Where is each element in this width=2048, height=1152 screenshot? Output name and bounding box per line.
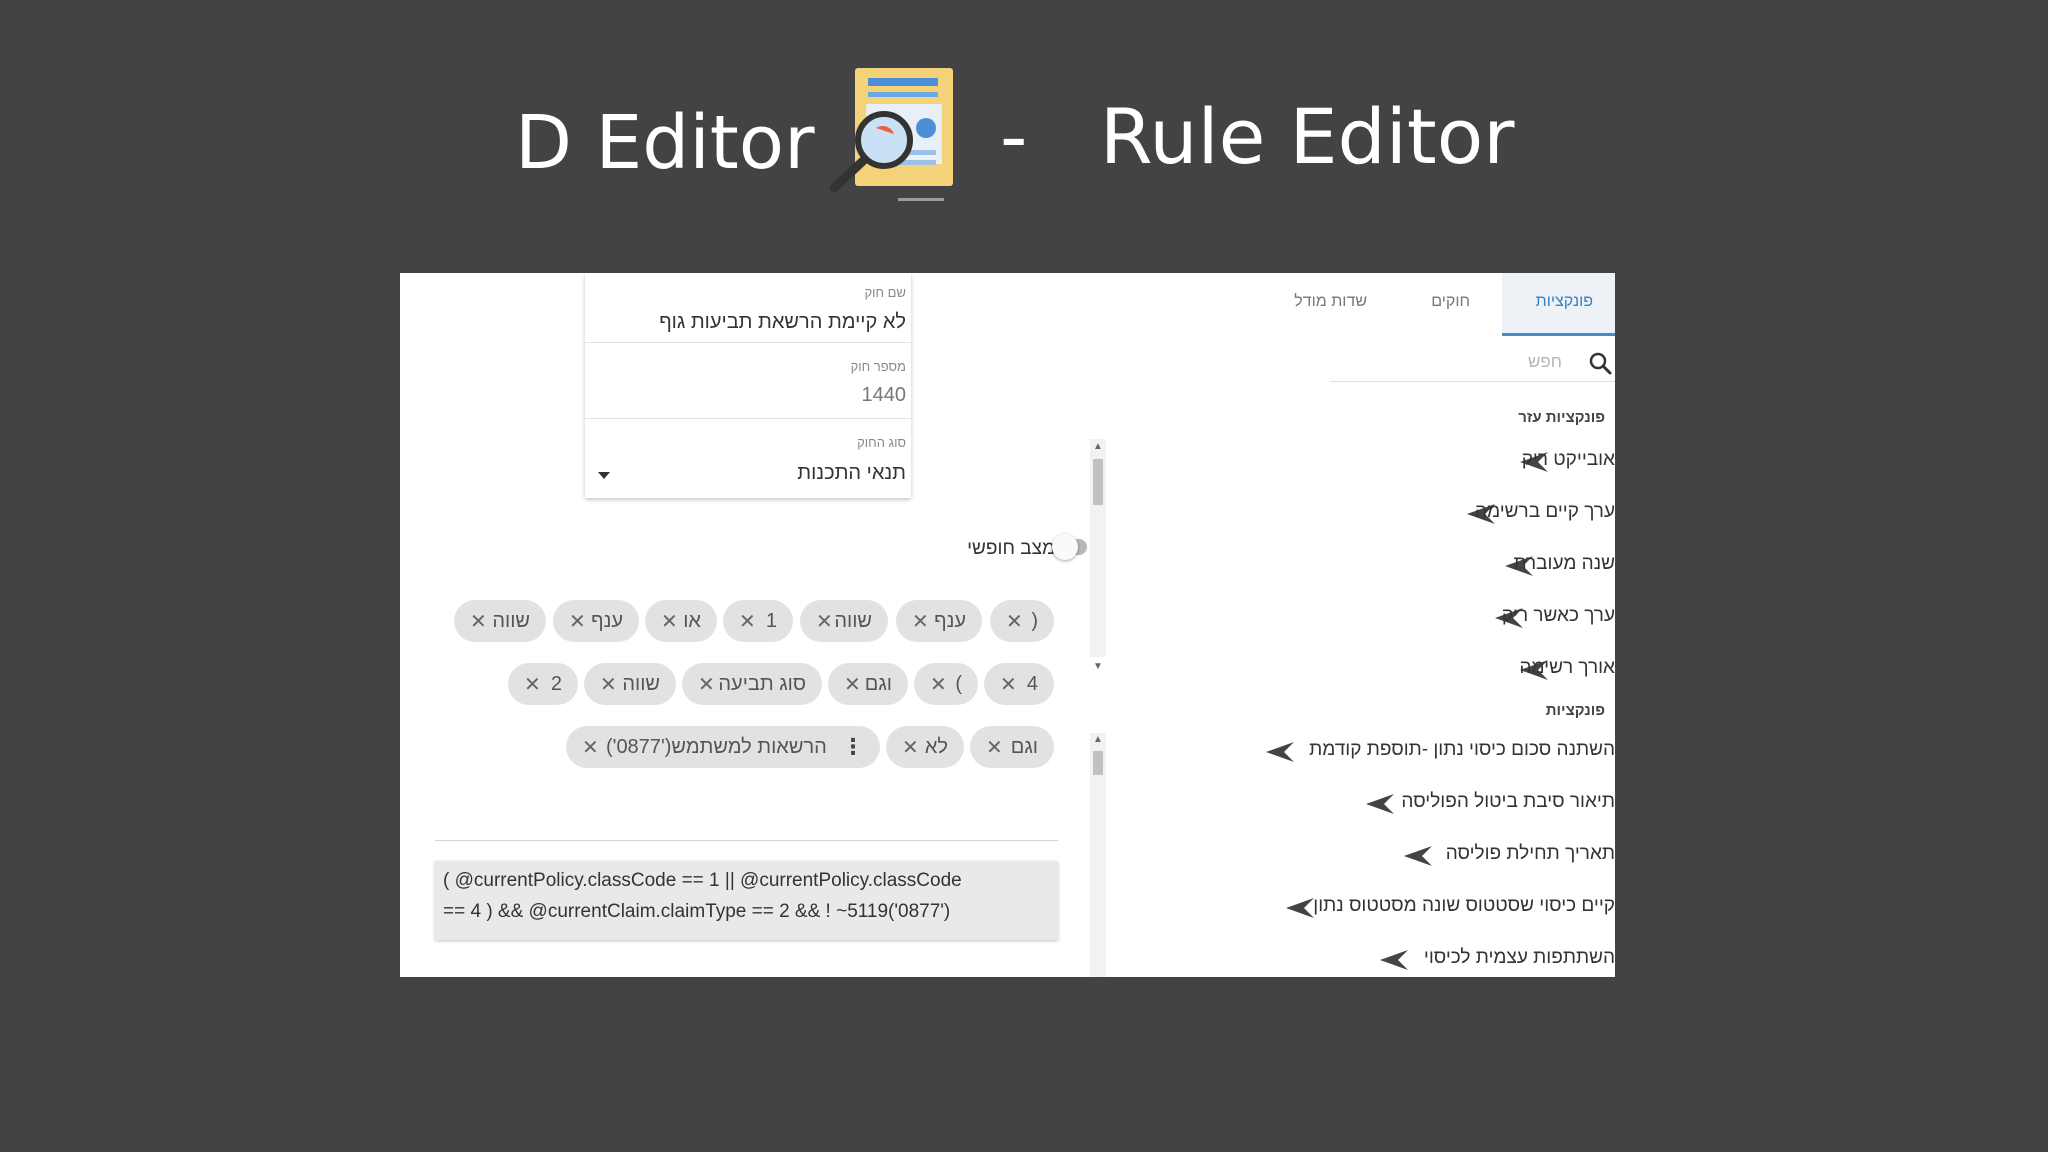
helpers-section-title: פונקציות עזר — [1518, 409, 1605, 426]
close-icon[interactable]: ✕ — [986, 735, 1003, 760]
token-chip[interactable]: ✕ או — [645, 600, 717, 642]
free-mode-toggle-knob[interactable] — [1052, 534, 1078, 560]
arrow-left-icon — [1366, 794, 1394, 814]
function-item[interactable]: אורך רשימה — [1140, 655, 1615, 685]
token-chip[interactable]: ✕ סוג תביעה — [682, 663, 822, 705]
rule-editor-screenshot: שם חוק לא קיימת הרשאת תביעות גוף מספר חו… — [400, 273, 1615, 977]
token-chip[interactable]: ✕ שווה — [800, 600, 888, 642]
close-icon[interactable]: ✕ — [698, 672, 715, 697]
chevron-down-icon[interactable] — [597, 471, 611, 481]
tab-functions[interactable]: פונקציות — [1536, 293, 1593, 311]
token-chip[interactable]: ✕ 2 — [508, 663, 578, 705]
token-chip[interactable]: ✕ לא — [886, 726, 964, 768]
close-icon[interactable]: ✕ — [1006, 609, 1023, 634]
arrow-left-icon — [1266, 742, 1294, 762]
functions-section-title: פונקציות — [1545, 702, 1605, 719]
rule-details-card: שם חוק לא קיימת הרשאת תביעות גוף מספר חו… — [585, 273, 911, 498]
token-chip[interactable]: ✕ ענף — [896, 600, 982, 642]
tab-rules[interactable]: חוקים — [1431, 293, 1470, 311]
close-icon[interactable]: ✕ — [470, 609, 487, 634]
title-dash: - — [1000, 92, 1028, 181]
close-icon[interactable]: ✕ — [844, 672, 861, 697]
scrollbar-thumb[interactable] — [1093, 751, 1103, 775]
function-item[interactable]: קיים כיסוי שסטטוס שונה מסטטוס נתון — [1140, 893, 1615, 923]
active-tab-indicator — [1502, 333, 1615, 336]
rule-number-label: מספר חוק — [850, 359, 906, 374]
scroll-up-icon[interactable]: ▲ — [1091, 441, 1105, 452]
search-input[interactable]: חפש — [1528, 352, 1562, 372]
close-icon[interactable]: ✕ — [912, 609, 929, 634]
search-underline — [1330, 381, 1615, 382]
rule-number-field[interactable]: 1440 — [862, 384, 907, 407]
expression-line: ( @currentPolicy.classCode == 1 || @curr… — [443, 870, 962, 891]
token-chip[interactable]: ✕) — [914, 663, 978, 705]
function-item[interactable]: שנה מעוברת — [1140, 551, 1615, 581]
function-item[interactable]: תאריך תחילת פוליסה — [1140, 841, 1615, 871]
title-rule-editor: Rule Editor — [1099, 92, 1515, 181]
token-chip[interactable]: ✕ 4 — [984, 663, 1054, 705]
slide-title-right: - Rule Editor — [1000, 92, 1514, 181]
search-icon[interactable] — [1588, 351, 1612, 375]
close-icon[interactable]: ✕ — [582, 735, 599, 760]
field-divider — [585, 342, 911, 343]
document-magnifier-icon — [829, 68, 953, 201]
rule-name-label: שם חוק — [864, 285, 906, 300]
arrow-left-icon — [1404, 846, 1432, 866]
free-mode-label: מצב חופשי — [967, 538, 1055, 559]
function-item[interactable]: השתתפות עצמית לכיסוי — [1140, 945, 1615, 975]
token-chip[interactable]: ✕ וגם — [828, 663, 908, 705]
rule-type-label: סוג החוק — [857, 435, 906, 450]
close-icon[interactable]: ✕ — [739, 609, 756, 634]
arrow-left-icon — [1286, 898, 1314, 918]
function-item[interactable]: ערך קיים ברשימה — [1140, 499, 1615, 529]
scrollbar-thumb[interactable] — [1093, 459, 1103, 505]
close-icon[interactable]: ✕ — [661, 609, 678, 634]
function-item[interactable]: אובייקט ריק — [1140, 447, 1615, 477]
tab-model-fields[interactable]: שדות מודל — [1294, 293, 1367, 311]
close-icon[interactable]: ✕ — [930, 672, 947, 697]
rule-name-field[interactable]: לא קיימת הרשאת תביעות גוף — [659, 311, 906, 334]
token-chip[interactable]: ✕ שווה — [584, 663, 676, 705]
field-divider — [585, 418, 911, 419]
scroll-down-icon[interactable]: ▼ — [1091, 661, 1105, 672]
close-icon[interactable]: ✕ — [524, 672, 541, 697]
close-icon[interactable]: ✕ — [816, 609, 833, 634]
expression-divider — [435, 840, 1058, 841]
scroll-up-icon[interactable]: ▲ — [1091, 734, 1105, 745]
close-icon[interactable]: ✕ — [600, 672, 617, 697]
token-chip[interactable]: ✕ וגם — [970, 726, 1054, 768]
slide-title-left: D Editor — [515, 100, 815, 186]
function-item[interactable]: ערך כאשר ריק — [1140, 603, 1615, 633]
close-icon[interactable]: ✕ — [1000, 672, 1017, 697]
more-vert-icon[interactable]: ⋮ — [842, 734, 864, 760]
function-item[interactable]: תיאור סיבת ביטול הפוליסה — [1140, 789, 1615, 819]
arrow-left-icon — [1380, 950, 1408, 970]
close-icon[interactable]: ✕ — [902, 735, 919, 760]
token-chip[interactable]: ✕ שווה — [454, 600, 546, 642]
close-icon[interactable]: ✕ — [569, 609, 586, 634]
expression-line: == 4 ) && @currentClaim.claimType == 2 &… — [443, 901, 951, 922]
function-item[interactable]: השתנה סכום כיסוי נתון -תוספת קודמת — [1140, 737, 1615, 767]
token-chip[interactable]: ✕( — [990, 600, 1054, 642]
token-chip[interactable]: ✕ הרשאות למשתמש('0877') ⋮ — [566, 726, 880, 768]
rule-type-select[interactable]: תנאי התכנות — [797, 462, 906, 485]
token-chip[interactable]: ✕ ענף — [553, 600, 639, 642]
token-chip[interactable]: ✕ 1 — [723, 600, 793, 642]
expression-preview: ( @currentPolicy.classCode == 1 || @curr… — [435, 861, 1058, 940]
